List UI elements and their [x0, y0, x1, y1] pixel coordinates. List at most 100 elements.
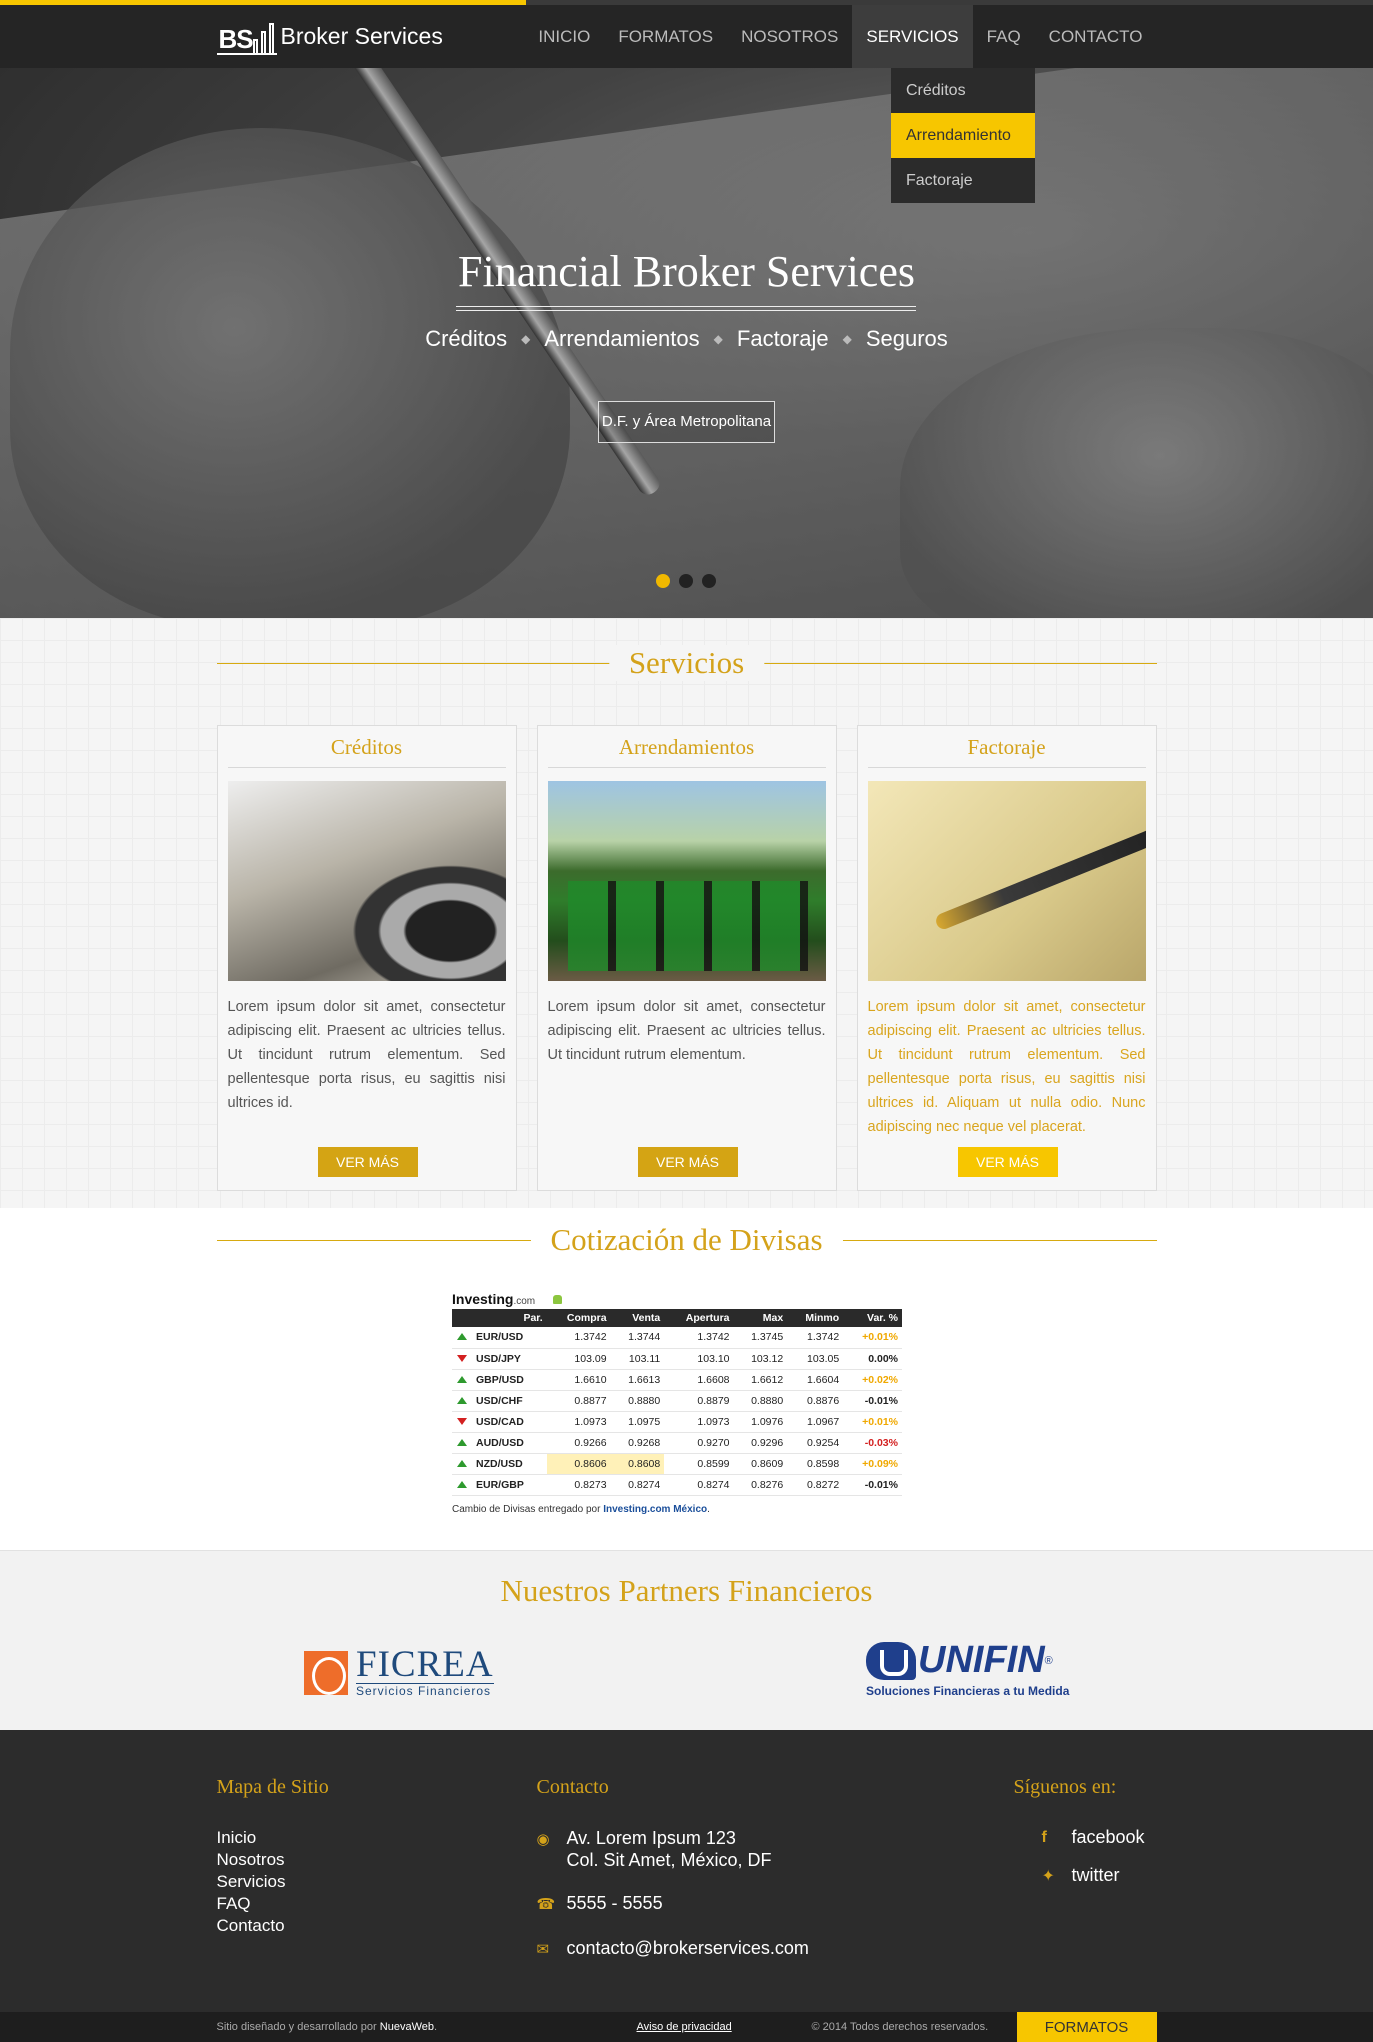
- dropdown-item-arrendamiento[interactable]: Arrendamiento: [891, 113, 1035, 158]
- hero-title: Financial Broker Services: [458, 247, 915, 296]
- currency-cell: 0.8272: [787, 1474, 844, 1496]
- servicios-section: Servicios Créditos Lorem ipsum dolor sit…: [0, 618, 1373, 1208]
- diamond-separator-icon: ◆: [842, 332, 852, 346]
- currency-cell: 103.12: [733, 1348, 788, 1370]
- col-max: Max: [733, 1309, 788, 1327]
- currency-cell: USD/CHF: [472, 1390, 547, 1412]
- currency-cell: 1.3742: [664, 1327, 734, 1349]
- hero-slider: Financial Broker Services Créditos ◆ Arr…: [0, 68, 1373, 618]
- slider-dot-3[interactable]: [702, 574, 716, 588]
- investing-logo[interactable]: Investing.com: [452, 1291, 902, 1309]
- facebook-link[interactable]: f facebook: [1014, 1827, 1145, 1848]
- twitter-link[interactable]: ✦ twitter: [1014, 1865, 1145, 1886]
- currency-cell: 0.8608: [610, 1453, 665, 1475]
- currency-cell: 1.6613: [610, 1369, 665, 1391]
- currency-cell: 1.3745: [733, 1327, 788, 1349]
- hero-location-button[interactable]: D.F. y Área Metropolitana: [598, 401, 775, 443]
- phone-icon: ☎: [536, 1896, 556, 1913]
- unifin-mark-icon: [866, 1641, 916, 1680]
- sitemap-title: Mapa de Sitio: [216, 1776, 329, 1798]
- footer-link-faq[interactable]: FAQ: [217, 1893, 329, 1915]
- dropdown-item-factoraje[interactable]: Factoraje: [891, 158, 1035, 203]
- currency-cell: 1.0975: [610, 1411, 665, 1433]
- partners-title: Nuestros Partners Financieros: [500, 1573, 873, 1608]
- slider-dot-2[interactable]: [679, 574, 693, 588]
- android-icon[interactable]: [553, 1295, 563, 1304]
- formatos-button[interactable]: FORMATOS: [1016, 2012, 1157, 2042]
- currency-cell: 1.3742: [787, 1327, 844, 1349]
- unifin-logo[interactable]: UNIFIN ® Soluciones Financieras a tu Med…: [866, 1639, 1069, 1698]
- currency-cell: -0.03%: [843, 1432, 902, 1454]
- ficrea-logo[interactable]: FICREA Servicios Financieros: [304, 1646, 494, 1698]
- ver-mas-button[interactable]: VER MÁS: [957, 1147, 1058, 1177]
- currency-row: AUD/USD 0.9266 0.9268 0.9270 0.9296 0.9254 -0.…: [452, 1432, 902, 1454]
- nav-faq[interactable]: FAQ: [973, 0, 1035, 68]
- ver-mas-button[interactable]: VER MÁS: [637, 1147, 738, 1177]
- hero-subtitle-arrendamientos: Arrendamientos: [544, 326, 700, 351]
- hero-subtitles: Créditos ◆ Arrendamientos ◆ Factoraje ◆ …: [0, 326, 1373, 352]
- nav-formatos[interactable]: FORMATOS: [604, 0, 727, 68]
- divisas-section: Cotización de Divisas Investing.com Par.…: [0, 1208, 1373, 1550]
- footer-link-inicio[interactable]: Inicio: [217, 1827, 329, 1849]
- brand-name: Broker Services: [280, 22, 443, 49]
- footer-contact: Contacto ◉ Av. Lorem Ipsum 123 Col. Sit A…: [537, 1776, 809, 1982]
- currency-cell: 1.3742: [546, 1327, 611, 1349]
- ver-mas-button[interactable]: VER MÁS: [317, 1147, 418, 1177]
- footer-link-contacto[interactable]: Contacto: [217, 1915, 329, 1937]
- currency-cell: 0.8274: [664, 1474, 734, 1496]
- nav-contacto[interactable]: CONTACTO: [1035, 0, 1157, 68]
- currency-cell: -0.01%: [843, 1474, 902, 1496]
- currency-cell: 0.8276: [733, 1474, 788, 1496]
- footer-link-servicios[interactable]: Servicios: [217, 1871, 329, 1893]
- currency-cell: 0.9270: [664, 1432, 734, 1454]
- nav-inicio[interactable]: INICIO: [524, 0, 604, 68]
- nuevaweb-link[interactable]: NuevaWeb: [380, 2021, 434, 2033]
- currency-cell: 1.6608: [664, 1369, 734, 1391]
- privacy-link[interactable]: Aviso de privacidad: [637, 2021, 732, 2033]
- currency-cell: 103.05: [787, 1348, 844, 1370]
- currency-cell: 0.9268: [610, 1432, 665, 1454]
- card-title: Factoraje: [867, 735, 1146, 768]
- footer-link-nosotros[interactable]: Nosotros: [217, 1849, 329, 1871]
- card-title: Créditos: [227, 735, 506, 768]
- phone[interactable]: 5555 - 5555: [567, 1892, 663, 1914]
- currency-cell: 1.6612: [733, 1369, 788, 1391]
- currency-cell: 1.0976: [733, 1411, 788, 1433]
- currency-cell: 0.8879: [664, 1390, 734, 1412]
- servicios-title: Servicios: [608, 645, 765, 681]
- logo-mark: BS: [216, 17, 277, 55]
- diamond-separator-icon: ◆: [713, 332, 723, 346]
- diamond-separator-icon: ◆: [521, 332, 531, 346]
- ficrea-mark-icon: [304, 1650, 348, 1695]
- currency-row: GBP/USD 1.6610 1.6613 1.6608 1.6612 1.6604 +0.…: [452, 1369, 902, 1391]
- currency-row: USD/CHF 0.8877 0.8880 0.8879 0.8880 0.8876 -0.…: [452, 1390, 902, 1412]
- currency-cell: EUR/USD: [472, 1327, 547, 1349]
- col-par: Par.: [472, 1309, 547, 1327]
- nav-servicios[interactable]: SERVICIOS: [852, 0, 973, 68]
- investing-link[interactable]: Investing.com México: [603, 1504, 707, 1515]
- slider-dot-1[interactable]: [656, 574, 670, 588]
- currency-cell: USD/CAD: [472, 1411, 547, 1433]
- currency-cell: GBP/USD: [472, 1369, 547, 1391]
- nav-nosotros[interactable]: NOSOTROS: [727, 0, 852, 68]
- logo[interactable]: BS Broker Services: [216, 17, 443, 55]
- card-text: Lorem ipsum dolor sit amet, consectetur …: [867, 999, 1146, 1135]
- currency-cell: 0.8609: [733, 1453, 788, 1475]
- servicios-dropdown: Créditos Arrendamiento Factoraje: [891, 68, 1035, 203]
- currency-cell: 103.11: [610, 1348, 665, 1370]
- currency-cell: 0.8599: [664, 1453, 734, 1475]
- currency-cell: +0.01%: [843, 1411, 902, 1433]
- arrow-down-icon: [457, 1354, 467, 1362]
- service-card-factoraje: Factoraje Lorem ipsum dolor sit amet, co…: [856, 725, 1157, 1191]
- currency-cell: +0.01%: [843, 1327, 902, 1349]
- pen-signature-image: [867, 781, 1146, 981]
- envelope-icon: ✉: [536, 1941, 550, 1958]
- dropdown-item-creditos[interactable]: Créditos: [891, 68, 1035, 113]
- currency-cell: 0.8598: [787, 1453, 844, 1475]
- currency-cell: 0.9266: [546, 1432, 611, 1454]
- service-card-creditos: Créditos Lorem ipsum dolor sit amet, con…: [216, 725, 517, 1191]
- service-card-arrendamientos: Arrendamientos Lorem ipsum dolor sit ame…: [536, 725, 837, 1191]
- currency-cell: AUD/USD: [472, 1432, 547, 1454]
- currency-cell: 0.8880: [610, 1390, 665, 1412]
- email[interactable]: contacto@brokerservices.com: [567, 1937, 809, 1959]
